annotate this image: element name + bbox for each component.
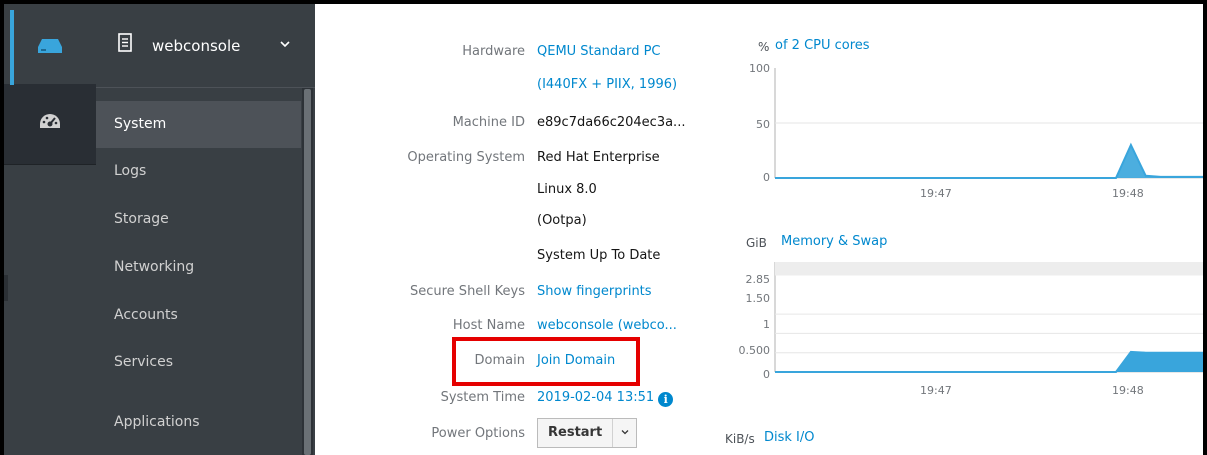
cpu-ytick: 50 [756, 118, 770, 131]
mem-ytick: 1.50 [745, 292, 771, 305]
updates-status: System Up To Date [537, 248, 661, 263]
machine-id-value: e89c7da66c204ec3a... [537, 115, 686, 130]
host-document-icon [118, 33, 132, 52]
swap-band [775, 262, 1205, 276]
mem-chart-unit: GiB [746, 236, 767, 250]
nav-item-applications[interactable]: Applications [96, 399, 301, 446]
os-label: Operating System [407, 150, 525, 165]
nav-scrollbar-thumb[interactable] [304, 89, 311, 455]
cpu-xtick: 19:48 [1112, 187, 1144, 200]
nav-item-accounts[interactable]: Accounts [96, 292, 301, 339]
os-value-line1: Red Hat Enterprise [537, 150, 660, 165]
domain-highlight-box [452, 337, 640, 386]
restart-button[interactable]: Restart [538, 419, 614, 447]
nav-item-system[interactable]: System [96, 101, 301, 148]
usage-charts: % of 2 CPU cores 100 50 0 19:47 19:48 Gi… [715, 0, 1205, 455]
hostname-link[interactable]: webconsole (webco... [537, 318, 677, 333]
cpu-chart-unit: % [758, 40, 770, 54]
cockpit-window: webconsole System Logs Storage Networkin… [0, 0, 1207, 455]
window-border-left [0, 0, 4, 455]
mem-chart-title[interactable]: Memory & Swap [781, 234, 887, 249]
nav-item-services[interactable]: Services [96, 339, 301, 386]
chevron-down-icon[interactable] [279, 38, 291, 50]
power-options-label: Power Options [431, 426, 525, 441]
host-switcher[interactable]: webconsole [96, 0, 315, 88]
restart-dropdown-toggle[interactable] [613, 426, 636, 441]
chart-area [775, 145, 1205, 178]
rail-active-indicator [10, 10, 14, 85]
nav-item-storage[interactable]: Storage [96, 196, 301, 243]
info-icon[interactable]: i [658, 392, 674, 407]
disk-chart-unit: KiB/s [725, 432, 755, 446]
mem-ytick: 0 [763, 368, 770, 381]
machine-id-label: Machine ID [452, 115, 525, 130]
chevron-down-icon [621, 429, 629, 434]
cpu-xtick: 19:47 [920, 187, 952, 200]
cpu-ytick: 100 [749, 62, 770, 75]
server-icon[interactable] [37, 38, 63, 54]
os-value-line2: Linux 8.0 [537, 182, 597, 197]
window-border-top [0, 0, 1207, 4]
window-border-right [1203, 0, 1207, 455]
host-name: webconsole [152, 37, 241, 55]
mem-ytick: 2.85 [745, 273, 771, 286]
nav-item-networking[interactable]: Networking [96, 244, 301, 291]
system-info-panel: Hardware QEMU Standard PC (I440FX + PIIX… [315, 0, 715, 455]
cpu-usage-chart [774, 68, 1205, 179]
nav-item-logs[interactable]: Logs [96, 148, 301, 195]
mem-ytick: 1 [763, 318, 770, 331]
cpu-ytick: 0 [763, 171, 770, 184]
show-fingerprints-link[interactable]: Show fingerprints [537, 284, 652, 299]
chart-area [775, 351, 1205, 372]
system-time-value: 2019-02-04 13:51 i [537, 390, 674, 407]
dashboard-icon[interactable] [39, 113, 61, 131]
mem-ytick: 0.500 [738, 344, 771, 357]
system-time-link[interactable]: 2019-02-04 13:51 [537, 390, 654, 405]
hardware-label: Hardware [462, 44, 525, 59]
cpu-chart-title[interactable]: of 2 CPU cores [775, 38, 870, 53]
hardware-link[interactable]: QEMU Standard PC [537, 44, 661, 59]
host-navigation: webconsole System Logs Storage Networkin… [96, 0, 315, 455]
restart-split-button: Restart [537, 418, 637, 448]
mem-xtick: 19:47 [920, 384, 952, 397]
memory-usage-chart [774, 262, 1205, 373]
os-value-line3: (Ootpa) [537, 213, 587, 228]
disk-chart-title[interactable]: Disk I/O [764, 430, 815, 445]
mem-xtick: 19:48 [1112, 384, 1144, 397]
app-rail [0, 0, 96, 455]
hardware-link-detail[interactable]: (I440FX + PIIX, 1996) [537, 77, 677, 92]
system-time-label: System Time [440, 390, 525, 405]
ssh-keys-label: Secure Shell Keys [409, 284, 525, 299]
hostname-label: Host Name [452, 318, 525, 333]
